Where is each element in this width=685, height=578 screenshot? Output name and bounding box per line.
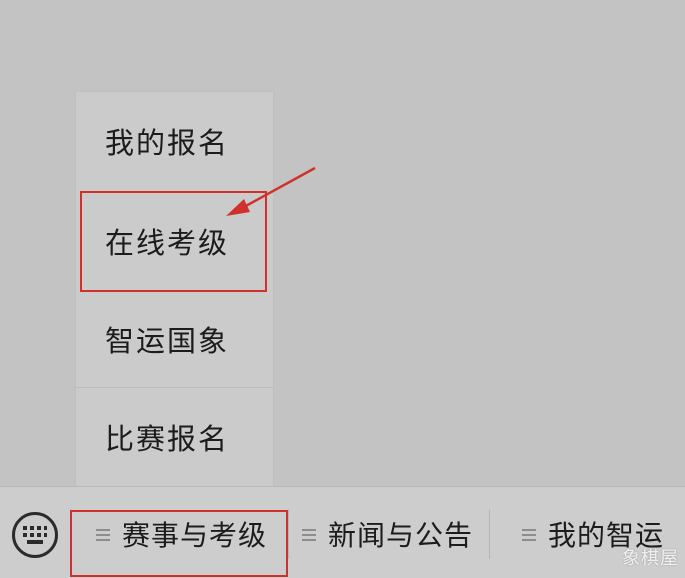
popup-menu: 我的报名 在线考级 智运国象 比赛报名 — [76, 92, 273, 486]
menu-lines-icon — [302, 526, 316, 544]
menu-lines-icon — [522, 526, 536, 544]
menu-item-label: 比赛报名 — [105, 422, 230, 456]
menu-item-competition-registration[interactable]: 比赛报名 — [76, 388, 273, 486]
bottom-menu-bar: 赛事与考级 新闻与公告 我的智运 — [0, 486, 685, 578]
menu-item-zhiyun-chess[interactable]: 智运国象 — [76, 290, 273, 388]
menu-item-online-grading[interactable]: 在线考级 — [76, 192, 273, 290]
watermark: 象棋屋 — [622, 548, 679, 569]
tab-events-and-grading[interactable]: 赛事与考级 — [96, 511, 267, 557]
tab-divider — [489, 509, 490, 559]
keyboard-toggle-button[interactable] — [12, 512, 58, 558]
keyboard-icon — [23, 526, 47, 544]
tab-label: 新闻与公告 — [328, 519, 474, 552]
wechat-menu-screen: 我的报名 在线考级 智运国象 比赛报名 赛事与考级 新闻与公告 我的智运 象棋屋 — [0, 0, 685, 578]
menu-item-label: 我的报名 — [105, 126, 230, 160]
tab-news-and-announcements[interactable]: 新闻与公告 — [302, 511, 473, 557]
tab-divider — [70, 509, 71, 559]
tab-label: 赛事与考级 — [122, 519, 268, 552]
menu-item-my-registration[interactable]: 我的报名 — [76, 92, 273, 190]
menu-lines-icon — [96, 526, 110, 544]
menu-item-label: 智运国象 — [105, 324, 230, 358]
tab-divider — [288, 509, 289, 559]
menu-item-label: 在线考级 — [105, 226, 230, 260]
